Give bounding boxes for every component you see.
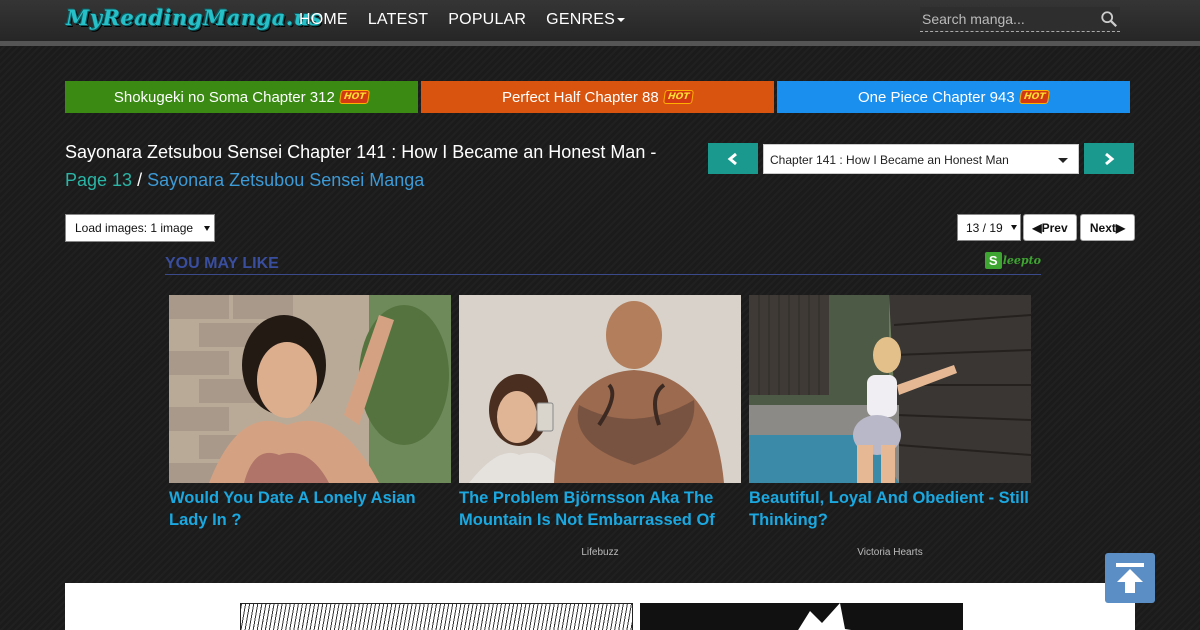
search-icon[interactable] [1100, 10, 1118, 28]
caret-down-icon [616, 17, 625, 22]
card-image[interactable] [169, 295, 451, 483]
next-chapter-button[interactable] [1084, 143, 1134, 174]
hot-chapter-one-piece[interactable]: One Piece Chapter 943 HOT [777, 81, 1130, 113]
arrow-up-icon [1116, 563, 1144, 593]
page-select[interactable]: 13 / 19 [957, 214, 1021, 241]
card-title[interactable]: Would You Date A Lonely Asian Lady In ? [169, 487, 451, 531]
card-source: Victoria Hearts [857, 547, 923, 558]
page-select-value: 13 / 19 [966, 221, 1003, 235]
chevron-right-icon [1105, 152, 1115, 165]
card-image[interactable] [749, 295, 1031, 483]
breadcrumb-separator: / [137, 170, 143, 190]
hot-badge: HOT [662, 90, 695, 104]
hot-chapter-shokugeki[interactable]: Shokugeki no Soma Chapter 312 HOT [65, 81, 418, 113]
hot-badge: HOT [1018, 90, 1051, 104]
nav-genres-dropdown[interactable]: GENRES [546, 0, 625, 40]
nav-home[interactable]: HOME [299, 0, 348, 40]
chapter-subtitle: Page 13 / Sayonara Zetsubou Sensei Manga [65, 170, 424, 191]
card-title[interactable]: The Problem Björnsson Aka The Mountain I… [459, 487, 741, 531]
manga-page-image[interactable] [240, 603, 633, 630]
recommendation-cards: Would You Date A Lonely Asian Lady In ? … [169, 295, 1031, 558]
caret-down-icon [1011, 225, 1017, 230]
you-may-like-header: YOU MAY LIKE S leepto [165, 252, 1041, 275]
hot-chapter-label: Perfect Half Chapter 88 [501, 88, 659, 106]
card-image[interactable] [459, 295, 741, 483]
caret-down-icon [204, 226, 210, 231]
card-title[interactable]: Beautiful, Loyal And Obedient - Still Th… [749, 487, 1031, 531]
site-logo[interactable]: MyReadingManga.us [66, 5, 322, 30]
hot-chapter-perfect-half[interactable]: Perfect Half Chapter 88 HOT [421, 81, 774, 113]
chapter-select-value: Chapter 141 : How I Became an Honest Man [770, 153, 1009, 167]
sleepto-s-icon: S [984, 252, 1002, 269]
manga-reader-area [65, 583, 1135, 630]
recommendation-card[interactable]: Would You Date A Lonely Asian Lady In ? [169, 295, 451, 558]
chevron-left-icon [727, 152, 737, 165]
next-page-label: Next [1089, 221, 1116, 235]
next-page-button[interactable]: Next▶ [1080, 214, 1135, 241]
main-nav: HOME LATEST POPULAR GENRES [299, 0, 645, 40]
hot-chapter-label: Shokugeki no Soma Chapter 312 [113, 88, 335, 106]
card-source: Lifebuzz [581, 547, 619, 558]
nav-latest[interactable]: LATEST [368, 0, 428, 40]
recommendation-card[interactable]: The Problem Björnsson Aka The Mountain I… [459, 295, 741, 558]
triangle-left-icon: ◀ [1032, 221, 1042, 235]
manga-link[interactable]: Sayonara Zetsubou Sensei Manga [147, 170, 424, 190]
hot-chapters: Shokugeki no Soma Chapter 312 HOT Perfec… [65, 81, 1130, 113]
hot-badge: HOT [338, 90, 371, 104]
back-to-top-button[interactable] [1105, 553, 1155, 603]
chapter-title: Sayonara Zetsubou Sensei Chapter 141 : H… [65, 142, 657, 162]
search-box [920, 7, 1120, 32]
prev-chapter-button[interactable] [708, 143, 758, 174]
search-input[interactable] [920, 7, 1095, 31]
nav-genres-label: GENRES [546, 11, 615, 28]
you-may-like-title: YOU MAY LIKE [165, 255, 279, 272]
prev-page-label: Prev [1041, 221, 1068, 235]
page-label[interactable]: Page 13 [65, 170, 132, 190]
nav-popular[interactable]: POPULAR [448, 0, 526, 40]
recommendation-card[interactable]: Beautiful, Loyal And Obedient - Still Th… [749, 295, 1031, 558]
sleepto-logo[interactable]: S leepto [984, 252, 1041, 269]
manga-page-image[interactable] [640, 603, 963, 630]
hot-chapter-label: One Piece Chapter 943 [857, 88, 1015, 106]
load-images-value: Load images: 1 image [75, 221, 194, 235]
sleepto-text: leepto [1002, 254, 1041, 267]
load-images-select[interactable]: Load images: 1 image [65, 214, 215, 242]
caret-down-icon [1058, 158, 1068, 163]
triangle-right-icon: ▶ [1115, 221, 1126, 235]
chapter-select[interactable]: Chapter 141 : How I Became an Honest Man [763, 144, 1079, 174]
top-navbar: MyReadingManga.us HOME LATEST POPULAR GE… [0, 0, 1200, 46]
prev-page-button[interactable]: ◀Prev [1023, 214, 1077, 241]
